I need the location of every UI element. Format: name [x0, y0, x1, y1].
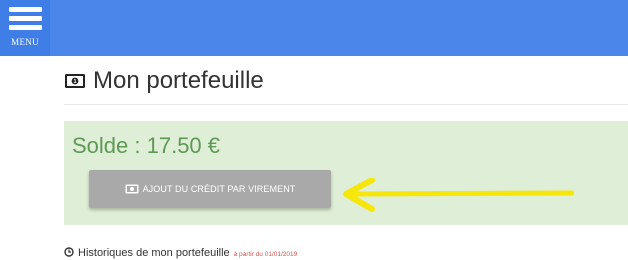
- balance-text: Solde : 17.50 €: [72, 133, 221, 158]
- menu-bar-icon: [9, 16, 42, 21]
- history-section: Historiques de mon portefeuille à partir…: [64, 246, 297, 259]
- history-title[interactable]: Historiques de mon portefeuille: [78, 247, 230, 259]
- menu-label: MENU: [11, 37, 39, 47]
- title-divider: [64, 104, 628, 105]
- menu-button[interactable]: MENU: [0, 0, 50, 56]
- top-navbar: MENU: [0, 0, 628, 56]
- svg-text:1: 1: [73, 79, 76, 85]
- clock-icon: [64, 247, 74, 257]
- money-icon: 1: [65, 74, 85, 88]
- add-credit-transfer-button[interactable]: AJOUT DU CRÉDIT PAR VIREMENT: [89, 170, 331, 208]
- history-date-note: à partir du 01/01/2019: [233, 251, 298, 258]
- page-title-text: Mon portefeuille: [93, 67, 264, 94]
- page-title: 1 Mon portefeuille: [64, 66, 264, 96]
- money-icon: [125, 184, 139, 194]
- menu-bar-icon: [9, 25, 42, 30]
- add-credit-button-label: AJOUT DU CRÉDIT PAR VIREMENT: [142, 184, 296, 194]
- arrow-left-icon: [343, 178, 574, 212]
- menu-bar-icon: [9, 7, 42, 12]
